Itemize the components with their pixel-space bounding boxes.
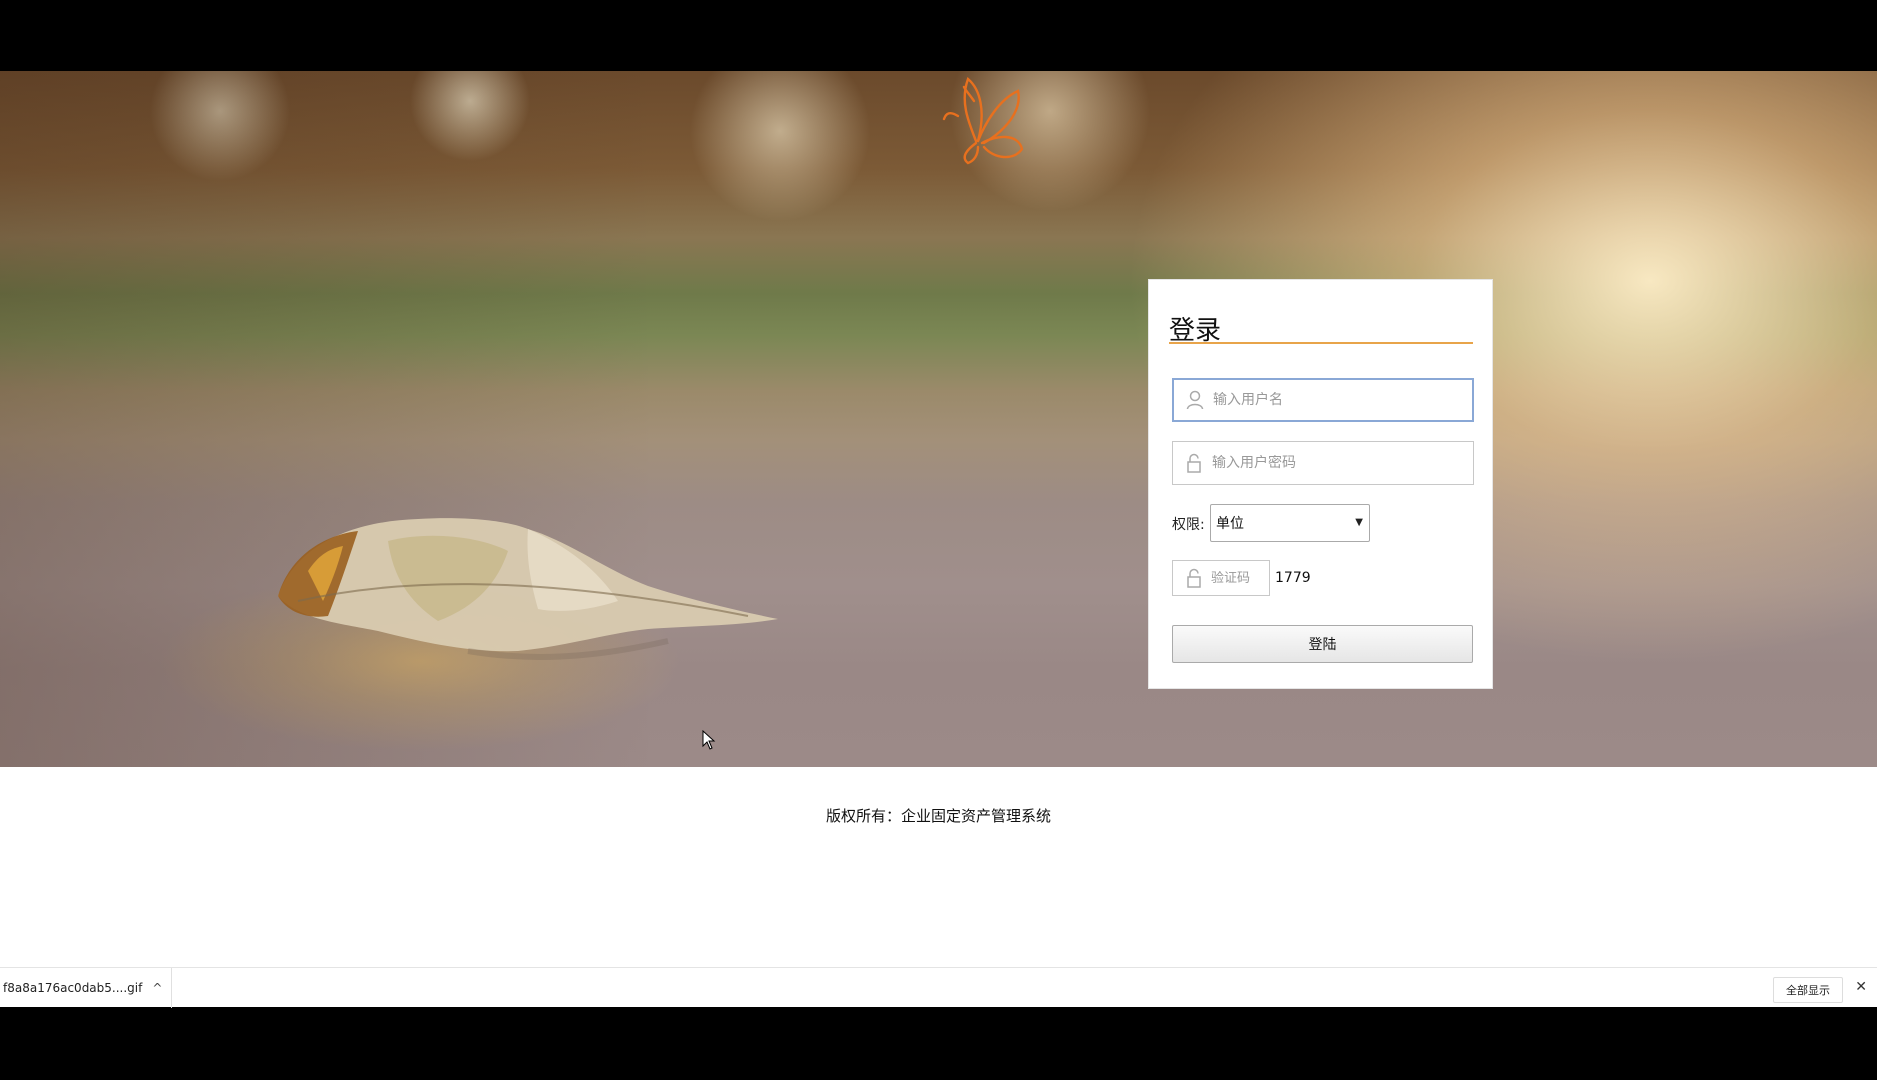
footer: 版权所有：企业固定资产管理系统	[0, 767, 1877, 967]
permission-label: 权限:	[1172, 517, 1205, 533]
user-icon	[1183, 388, 1207, 412]
captcha-code[interactable]: 1779	[1275, 570, 1311, 586]
login-panel: 登录 权限: 单位 ▼	[1148, 279, 1493, 689]
download-file-name[interactable]: f8a8a176ac0dab5....gif	[3, 981, 142, 995]
title-underline	[1169, 342, 1473, 344]
lock-icon	[1182, 566, 1205, 590]
password-input[interactable]	[1212, 455, 1452, 471]
download-item[interactable]: f8a8a176ac0dab5....gif ^	[0, 968, 172, 1008]
permission-selected-value: 单位	[1216, 516, 1244, 532]
close-icon[interactable]: ✕	[1855, 979, 1867, 995]
dropdown-arrow-icon: ▼	[1355, 517, 1363, 528]
show-all-button[interactable]: 全部显示	[1773, 977, 1843, 1003]
permission-select[interactable]: 单位 ▼	[1210, 504, 1370, 542]
captcha-input[interactable]	[1211, 570, 1269, 586]
username-input[interactable]	[1213, 392, 1453, 408]
captcha-field[interactable]	[1172, 560, 1270, 596]
hero-background: 登录 权限: 单位 ▼	[0, 71, 1877, 767]
login-button[interactable]: 登陆	[1172, 625, 1473, 663]
chevron-up-icon[interactable]: ^	[152, 981, 162, 995]
butterfly-logo	[942, 76, 1024, 165]
copyright-text: 版权所有：企业固定资产管理系统	[825, 807, 1051, 825]
username-field[interactable]	[1172, 378, 1474, 422]
leaf-image	[278, 518, 778, 660]
download-bar: f8a8a176ac0dab5....gif ^ 全部显示 ✕	[0, 967, 1877, 1008]
password-field[interactable]	[1172, 441, 1474, 485]
screen: 登录 权限: 单位 ▼	[0, 0, 1877, 1080]
mouse-cursor	[702, 730, 716, 750]
lock-icon	[1182, 451, 1206, 475]
